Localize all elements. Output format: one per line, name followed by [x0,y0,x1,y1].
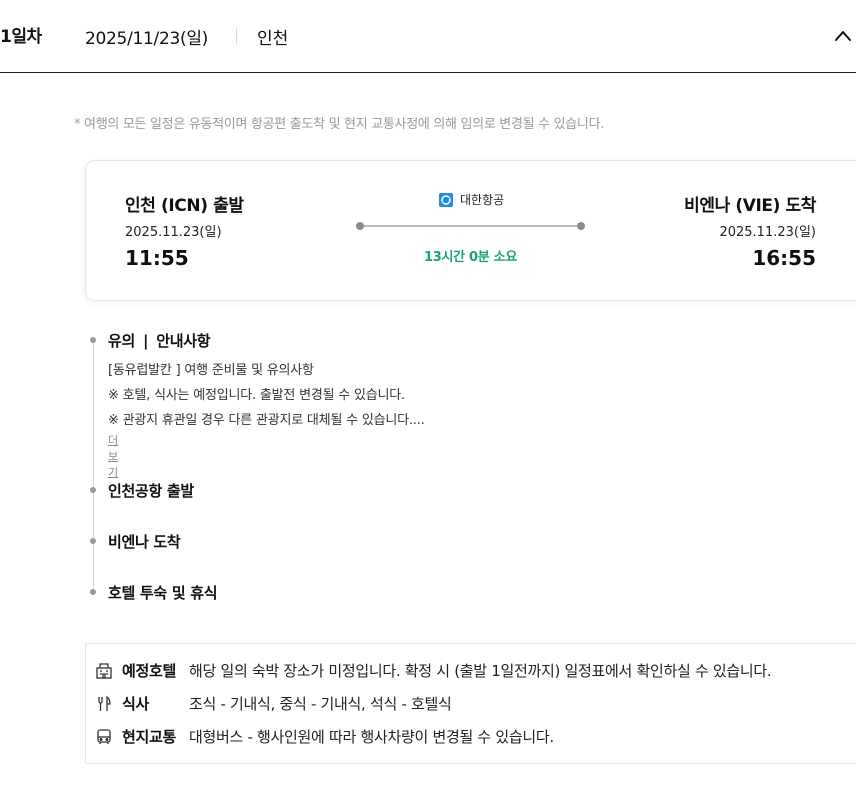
notes-body: [동유럽발칸 ] 여행 준비물 및 유의사항 ※ 호텔, 식사는 예정입니다. … [108,358,425,433]
meal-value: 조식 - 기내식, 중식 - 기내식, 석식 - 호텔식 [189,695,452,713]
route-end-dot [577,222,585,230]
day-header[interactable]: 1일차 2025/11/23(일) 인천 [0,0,856,73]
airline-logo-icon [439,192,453,207]
chevron-up-icon[interactable] [832,26,854,46]
timeline-item-title: 인천공항 출발 [108,482,194,500]
transport-label: 현지교통 [122,728,177,746]
timeline-dot [90,337,96,343]
info-row-hotel: 예정호텔 해당 일의 숙박 장소가 미정입니다. 확정 시 (출발 1일전까지)… [95,660,772,681]
day-city: 인천 [257,29,289,49]
airline: 대한항공 [439,191,504,208]
timeline-dot [90,538,96,544]
airline-name: 대한항공 [460,193,505,207]
bus-icon [95,728,113,746]
day-date: 2025/11/23(일) [85,29,208,49]
header-divider [236,28,237,44]
notes-line: ※ 호텔, 식사는 예정입니다. 출발전 변경될 수 있습니다. [108,388,405,403]
timeline: 유의 | 안내사항 [동유럽발칸 ] 여행 준비물 및 유의사항 ※ 호텔, 식사는… [85,330,856,615]
timeline-item-title: 호텔 투숙 및 휴식 [108,584,218,602]
transport-value: 대형버스 - 행사인원에 따라 행사차량이 변경될 수 있습니다. [189,728,554,746]
utensils-icon [95,695,113,713]
route-line [356,222,585,230]
notes-title: 유의 | 안내사항 [108,330,211,351]
itinerary-notice: * 여행의 모든 일정은 유동적이며 항공편 출도착 및 현지 교통사정에 의해… [74,117,605,132]
timeline-dot [90,487,96,493]
flight-card: 인천 (ICN) 출발 2025.11.23(일) 11:55 대한항공 13시… [85,160,856,301]
departure-time: 11:55 [125,246,189,270]
day-info-box: 예정호텔 해당 일의 숙박 장소가 미정입니다. 확정 시 (출발 1일전까지)… [85,643,856,764]
notes-title-divider: | [143,332,149,350]
arrival-date: 2025.11.23(일) [719,225,816,240]
notes-title-a: 유의 [108,332,136,350]
timeline-dot [90,589,96,595]
notes-title-b: 안내사항 [156,332,211,350]
building-icon [95,662,113,680]
arrival-title: 비엔나 (VIE) 도착 [684,196,816,216]
timeline-item-title: 비엔나 도착 [108,533,181,551]
departure-date: 2025.11.23(일) [125,225,222,240]
info-row-transport: 현지교통 대형버스 - 행사인원에 따라 행사차량이 변경될 수 있습니다. [95,726,554,747]
meal-label: 식사 [122,695,150,713]
hotel-value: 해당 일의 숙박 장소가 미정입니다. 확정 시 (출발 1일전까지) 일정표에… [189,662,772,680]
notes-line: [동유럽발칸 ] 여행 준비물 및 유의사항 [108,363,314,378]
more-link[interactable]: 더보기 [108,432,118,480]
day-label: 1일차 [0,27,42,47]
info-row-meal: 식사 조식 - 기내식, 중식 - 기내식, 석식 - 호텔식 [95,693,452,714]
departure-title: 인천 (ICN) 출발 [125,196,244,216]
route-start-dot [356,222,364,230]
timeline-line [93,340,94,590]
hotel-label: 예정호텔 [122,662,177,680]
arrival-time: 16:55 [752,246,816,270]
notes-line: ※ 관광지 휴관일 경우 다른 관광지로 대체될 수 있습니다.... [108,413,425,428]
flight-duration: 13시간 0분 소요 [424,250,517,265]
